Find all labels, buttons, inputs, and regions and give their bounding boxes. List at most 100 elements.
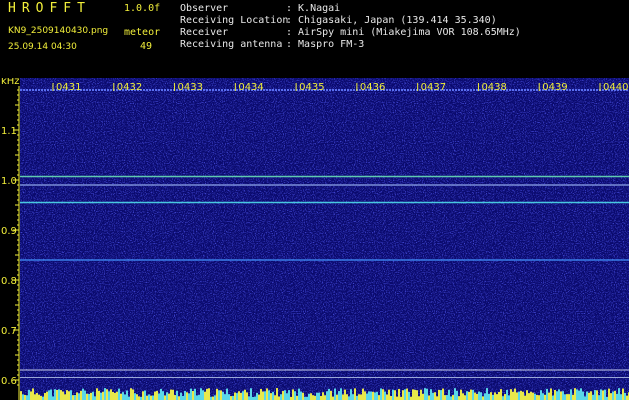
bottom-noise-bar xyxy=(574,388,576,400)
bottom-noise-bar xyxy=(68,391,70,400)
bottom-noise-bar xyxy=(300,391,302,400)
bottom-noise-bar xyxy=(510,389,512,400)
bottom-noise-bar xyxy=(88,393,90,400)
bottom-noise-bar xyxy=(108,391,110,400)
bottom-noise-bar xyxy=(358,394,360,400)
bottom-noise-bar xyxy=(238,391,240,400)
bottom-noise-bar xyxy=(128,396,130,400)
bottom-noise-bar xyxy=(556,391,558,400)
time-label: 0435 xyxy=(299,82,324,93)
bottom-noise-bar xyxy=(174,395,176,400)
bottom-noise-bar xyxy=(598,395,600,400)
bottom-noise-bar xyxy=(232,395,234,400)
bottom-noise-bar xyxy=(430,389,432,400)
bottom-noise-bar xyxy=(240,392,242,400)
bottom-noise-bar xyxy=(428,395,430,400)
bottom-noise-bar xyxy=(404,389,406,400)
bottom-noise-bar xyxy=(38,394,40,400)
bottom-noise-bar xyxy=(362,388,364,400)
bottom-noise-bar xyxy=(594,390,596,400)
bottom-noise-bar xyxy=(536,394,538,400)
bottom-noise-bar xyxy=(180,392,182,400)
bottom-noise-bar xyxy=(498,391,500,400)
bottom-noise-bar xyxy=(104,388,106,400)
bottom-noise-bar xyxy=(458,396,460,400)
bottom-noise-bar xyxy=(618,388,620,400)
bottom-noise-bar xyxy=(408,391,410,400)
bottom-noise-bar xyxy=(442,388,444,400)
time-label: 0434 xyxy=(238,82,263,93)
bottom-noise-bar xyxy=(292,389,294,400)
bottom-noise-bar xyxy=(518,391,520,400)
bottom-noise-bar xyxy=(488,393,490,400)
bottom-noise-bar xyxy=(106,389,108,400)
bottom-noise-bar xyxy=(560,391,562,400)
time-label: 0439 xyxy=(542,82,567,93)
bottom-noise-bar xyxy=(46,391,48,400)
bottom-noise-bar xyxy=(142,391,144,400)
bottom-noise-bar xyxy=(382,389,384,400)
info-value: : K.Nagai xyxy=(286,3,341,14)
bottom-noise-bar xyxy=(472,389,474,400)
y-tick-label: 0.7 xyxy=(1,326,17,337)
bottom-noise-bar xyxy=(460,389,462,400)
bottom-noise-bar xyxy=(228,394,230,400)
bottom-noise-bar xyxy=(40,395,42,400)
bottom-noise-bar xyxy=(520,390,522,400)
bottom-noise-bar xyxy=(464,395,466,400)
bottom-noise-bar xyxy=(226,388,228,400)
bottom-noise-bar xyxy=(190,388,192,400)
bottom-noise-bar xyxy=(568,394,570,400)
header-panel: HROFFT 1.0.0f KN9_2509140430.png 25.09.1… xyxy=(0,0,629,78)
bottom-noise-bar xyxy=(144,390,146,400)
bottom-noise-bar xyxy=(486,388,488,400)
bottom-noise-bar xyxy=(200,388,202,400)
bottom-noise-bar xyxy=(380,388,382,400)
bottom-noise-bar xyxy=(284,390,286,400)
bottom-noise-bar xyxy=(542,393,544,400)
bottom-noise-bar xyxy=(250,388,252,400)
bottom-noise-bar xyxy=(296,395,298,400)
bottom-noise-bar xyxy=(546,388,548,400)
bottom-noise-bar xyxy=(588,392,590,400)
bottom-noise-bar xyxy=(612,391,614,400)
bottom-noise-bar xyxy=(534,393,536,400)
bottom-noise-bar xyxy=(256,392,258,400)
bottom-noise-bar xyxy=(262,391,264,400)
bottom-noise-bar xyxy=(528,393,530,400)
bottom-noise-bar xyxy=(562,391,564,400)
bottom-noise-bar xyxy=(620,394,622,400)
bottom-noise-bar xyxy=(476,393,478,400)
bottom-noise-bar xyxy=(118,388,120,400)
bottom-noise-bar xyxy=(434,392,436,400)
bottom-noise-bar xyxy=(214,395,216,400)
bottom-noise-bar xyxy=(246,392,248,400)
time-label: 0440 xyxy=(603,82,628,93)
bottom-noise-bar xyxy=(514,388,516,400)
bottom-noise-bar xyxy=(288,390,290,400)
bottom-noise-bar xyxy=(60,390,62,400)
bottom-noise-bar xyxy=(364,391,366,400)
bottom-noise-bar xyxy=(84,390,86,400)
bottom-noise-bar xyxy=(120,393,122,400)
bottom-noise-bar xyxy=(270,393,272,400)
bottom-noise-bar xyxy=(90,392,92,400)
bottom-noise-bar xyxy=(350,389,352,400)
bottom-noise-bar xyxy=(338,391,340,400)
bottom-noise-bar xyxy=(234,392,236,400)
bottom-noise-bar xyxy=(66,390,68,400)
bottom-noise-bar xyxy=(186,392,188,400)
bottom-noise-bar xyxy=(298,388,300,400)
bottom-noise-bar xyxy=(32,388,34,400)
bottom-noise-bar xyxy=(622,388,624,400)
bottom-noise-bar xyxy=(258,394,260,400)
bottom-noise-bar xyxy=(516,392,518,400)
bottom-noise-bar xyxy=(416,390,418,400)
version-label: 1.0.0f xyxy=(124,3,161,14)
bottom-noise-bar xyxy=(208,388,210,400)
bottom-noise-bar xyxy=(548,392,550,400)
bottom-noise-bar xyxy=(378,395,380,400)
bottom-noise-bar xyxy=(268,390,270,400)
bottom-noise-bar xyxy=(150,395,152,400)
bottom-noise-bar xyxy=(28,389,30,400)
